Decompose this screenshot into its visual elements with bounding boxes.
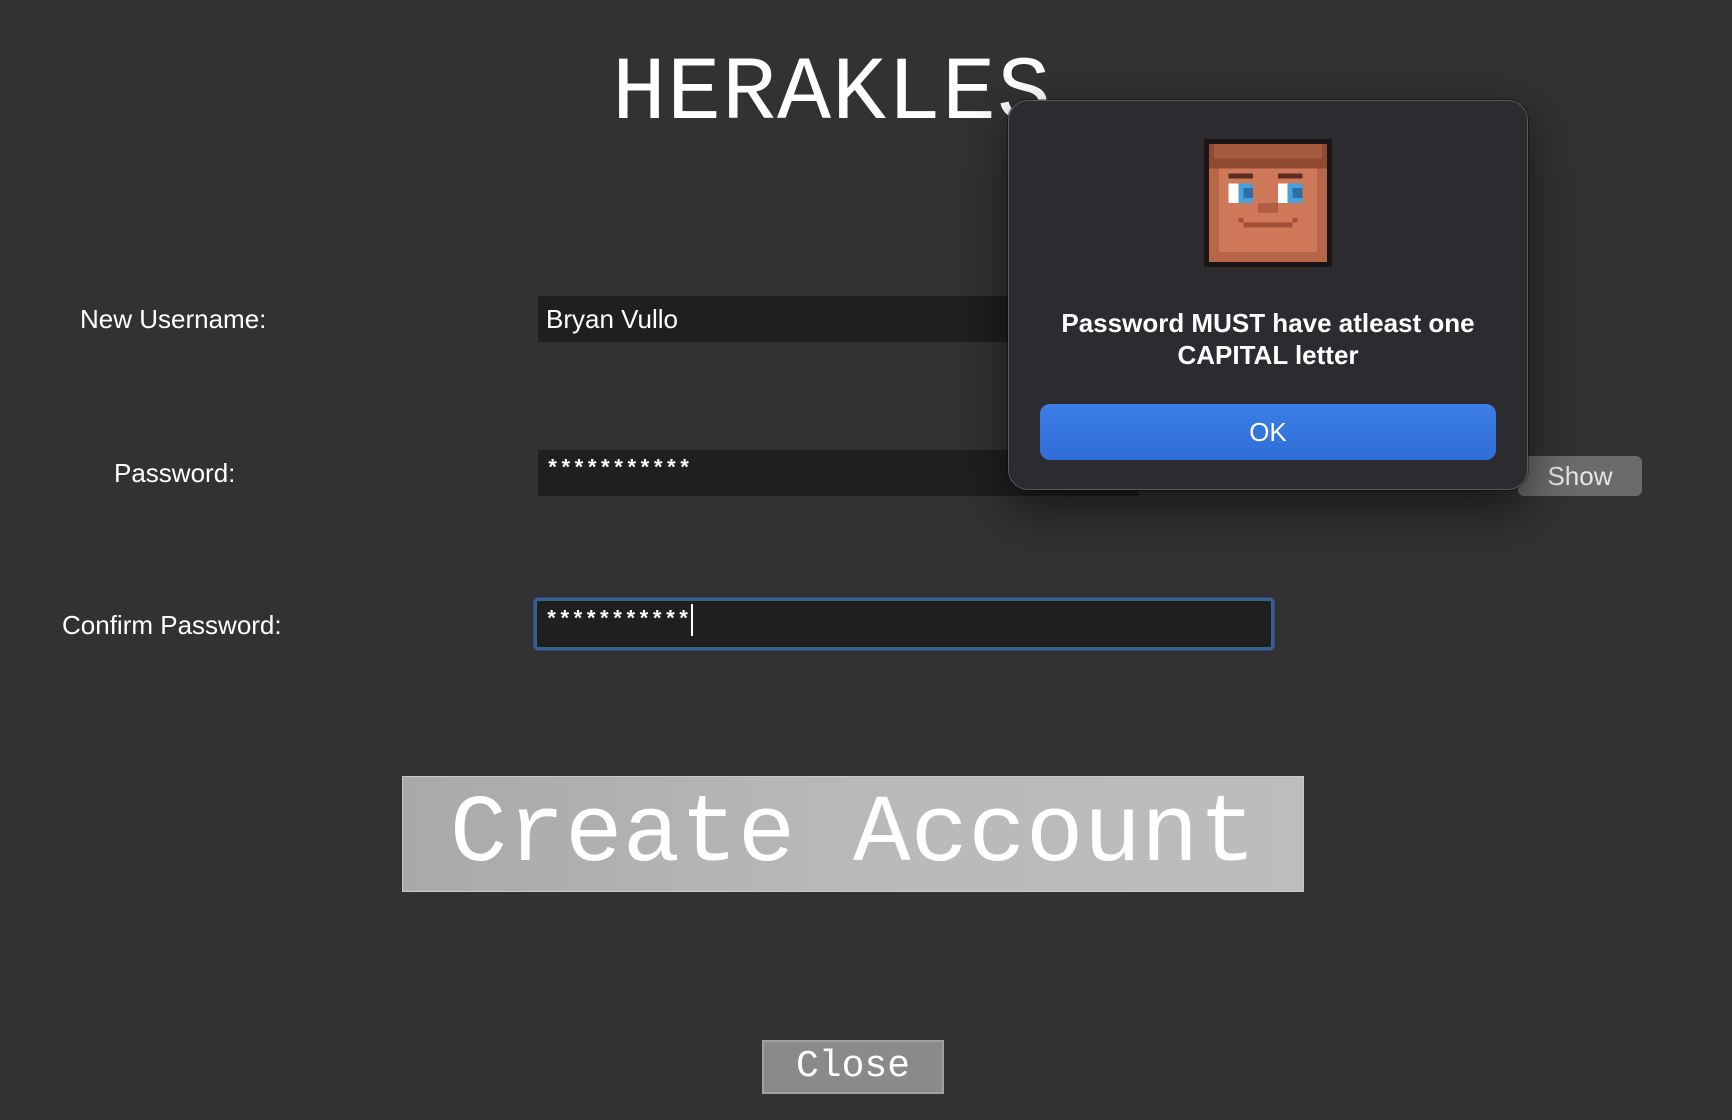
create-account-button[interactable]: Create Account — [402, 776, 1304, 892]
show-password-button[interactable]: Show — [1518, 456, 1642, 496]
pixel-face-icon — [1203, 139, 1333, 267]
ok-button[interactable]: OK — [1040, 404, 1496, 460]
text-caret — [691, 604, 694, 637]
username-label: New Username: — [80, 304, 267, 334]
confirm-password-label: Confirm Password: — [62, 610, 282, 640]
alert-dialog: Password MUST have atleast one CAPITAL l… — [1008, 100, 1528, 490]
confirm-password-value: *********** — [545, 608, 691, 633]
confirm-password-input[interactable]: *********** — [534, 598, 1274, 650]
password-label: Password: — [114, 458, 236, 488]
close-button[interactable]: Close — [762, 1040, 944, 1094]
alert-message: Password MUST have atleast one CAPITAL l… — [1061, 308, 1475, 370]
